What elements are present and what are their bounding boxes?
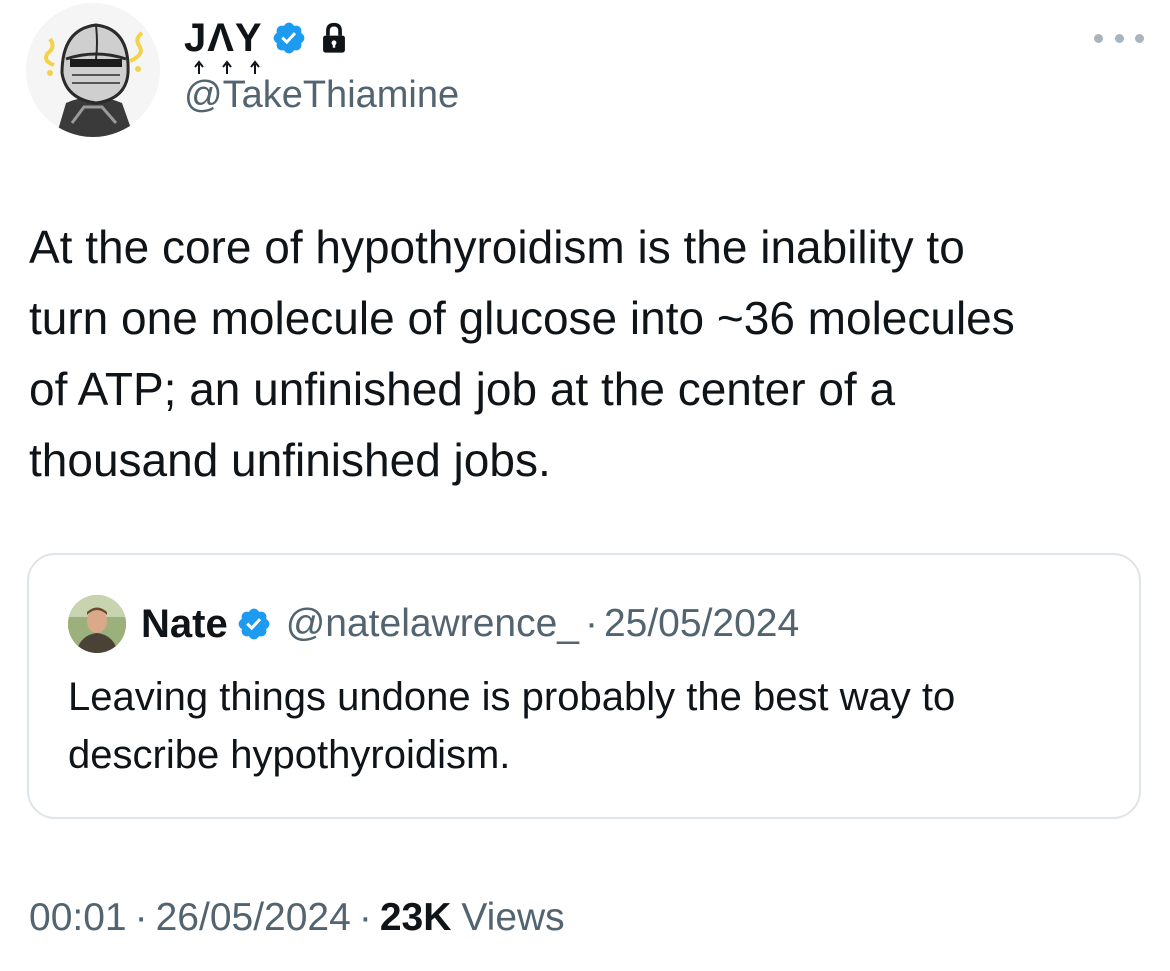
author-display-name-text: JΛY	[184, 16, 263, 60]
verified-badge-icon[interactable]	[271, 20, 307, 56]
more-dot-icon	[1114, 33, 1124, 43]
meta-separator: ·	[358, 896, 372, 939]
quote-tweet-card[interactable]: Nate @natelawrence_ · 25/05/2024 Leaving…	[27, 553, 1141, 819]
author-name-row: JΛY	[184, 14, 349, 74]
quote-header: Nate @natelawrence_ · 25/05/2024	[141, 600, 799, 648]
quote-handle[interactable]: @natelawrence_	[286, 602, 579, 646]
quote-author-avatar[interactable]	[68, 595, 126, 653]
views-label[interactable]: Views	[461, 896, 564, 940]
quote-date[interactable]: 25/05/2024	[604, 602, 799, 646]
tweet-date[interactable]: 26/05/2024	[156, 896, 351, 940]
verified-badge-icon	[238, 608, 270, 640]
quote-text: Leaving things undone is probably the be…	[68, 675, 956, 777]
views-count[interactable]: 23K	[380, 896, 452, 940]
quote-display-name[interactable]: Nate	[141, 602, 228, 647]
quote-separator: ·	[584, 602, 598, 645]
more-dot-icon	[1094, 33, 1103, 43]
more-options-icon[interactable]	[1094, 26, 1144, 50]
person-photo-avatar-icon	[68, 595, 126, 653]
more-dot-icon	[1135, 33, 1144, 43]
tweet-text: At the core of hypothyroidism is the ina…	[29, 221, 1015, 486]
knight-helmet-avatar-icon	[26, 3, 160, 137]
author-avatar[interactable]	[26, 3, 160, 137]
meta-separator: ·	[134, 896, 148, 939]
author-handle[interactable]: @TakeThiamine	[184, 72, 459, 118]
lock-icon	[322, 22, 345, 53]
tweet-meta: 00:01 · 26/05/2024 · 23K Views	[29, 893, 565, 943]
author-display-name[interactable]: JΛY	[184, 15, 263, 74]
tweet-time[interactable]: 00:01	[29, 896, 127, 940]
